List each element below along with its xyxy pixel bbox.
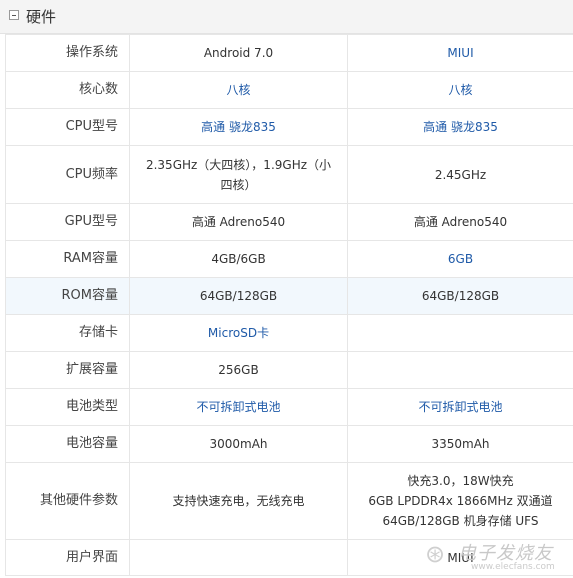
- value-cell-phone-2: 高通 Adreno540: [347, 203, 573, 241]
- table-row-battery-type: 电池类型 不可拆卸式电池 不可拆卸式电池: [5, 388, 573, 426]
- value-cell-phone-1: 2.35GHz（大四核），1.9GHz（小四核）: [129, 145, 348, 204]
- section-header: 硬件: [0, 0, 573, 34]
- value-cell-phone-1: 4GB/6GB: [129, 240, 348, 278]
- watermark: ⊛ 电子发烧友 www.elecfans.com: [425, 536, 573, 578]
- row-label: RAM容量: [5, 240, 130, 278]
- row-label: 电池类型: [5, 388, 130, 426]
- minus-box-icon[interactable]: [9, 10, 19, 20]
- table-row-battery-capacity: 电池容量 3000mAh 3350mAh: [5, 425, 573, 463]
- value-cell-phone-1: Android 7.0: [129, 34, 348, 72]
- row-label: GPU型号: [5, 203, 130, 241]
- table-row-other-hardware: 其他硬件参数 支持快速充电，无线充电 快充3.0，18W快充 6GB LPDDR…: [5, 462, 573, 540]
- table-row-gpu-model: GPU型号 高通 Adreno540 高通 Adreno540: [5, 203, 573, 241]
- table-row-cpu-freq: CPU频率 2.35GHz（大四核），1.9GHz（小四核） 2.45GHz: [5, 145, 573, 204]
- value-cell-phone-2[interactable]: MIUI: [347, 34, 573, 72]
- watermark-url: www.elecfans.com: [471, 562, 555, 572]
- value-cell-phone-2[interactable]: 6GB: [347, 240, 573, 278]
- table-row-ram: RAM容量 4GB/6GB 6GB: [5, 240, 573, 278]
- value-cell-phone-2: 3350mAh: [347, 425, 573, 463]
- row-label: ROM容量: [5, 277, 130, 315]
- value-cell-phone-1: 64GB/128GB: [129, 277, 348, 315]
- value-cell-phone-1[interactable]: MicroSD卡: [129, 314, 348, 352]
- table-row-memory-card: 存储卡 MicroSD卡: [5, 314, 573, 352]
- value-cell-phone-2: [347, 314, 573, 352]
- other-hardware-line: 64GB/128GB 机身存储 UFS: [382, 514, 539, 528]
- value-cell-phone-1[interactable]: 八核: [129, 71, 348, 109]
- value-cell-phone-2[interactable]: 高通 骁龙835: [347, 108, 573, 146]
- other-hardware-line: 6GB LPDDR4x 1866MHz 双通道: [368, 494, 553, 508]
- table-row-cores: 核心数 八核 八核: [5, 71, 573, 109]
- value-cell-phone-2: [347, 351, 573, 389]
- value-cell-phone-1: [129, 539, 348, 576]
- value-cell-phone-1[interactable]: 不可拆卸式电池: [129, 388, 348, 426]
- row-label: 用户界面: [5, 539, 130, 576]
- elecfans-logo-icon: ⊛: [425, 540, 446, 568]
- row-label: 扩展容量: [5, 351, 130, 389]
- value-cell-phone-1: 3000mAh: [129, 425, 348, 463]
- other-hardware-line: 快充3.0，18W快充: [407, 474, 514, 488]
- row-label: 存储卡: [5, 314, 130, 352]
- row-label: CPU频率: [5, 145, 130, 204]
- table-row-rom: ROM容量 64GB/128GB 64GB/128GB: [5, 277, 573, 315]
- row-label: 操作系统: [5, 34, 130, 72]
- value-cell-phone-1[interactable]: 高通 骁龙835: [129, 108, 348, 146]
- table-row-expansion: 扩展容量 256GB: [5, 351, 573, 389]
- row-label: 核心数: [5, 71, 130, 109]
- value-cell-phone-1: 支持快速充电，无线充电: [129, 462, 348, 540]
- value-cell-phone-2: 快充3.0，18W快充 6GB LPDDR4x 1866MHz 双通道 64GB…: [347, 462, 573, 540]
- row-label: CPU型号: [5, 108, 130, 146]
- value-cell-phone-2[interactable]: 不可拆卸式电池: [347, 388, 573, 426]
- row-label: 电池容量: [5, 425, 130, 463]
- row-label: 其他硬件参数: [5, 462, 130, 540]
- value-cell-phone-2: 2.45GHz: [347, 145, 573, 204]
- value-cell-phone-2[interactable]: 八核: [347, 71, 573, 109]
- value-cell-phone-1: 高通 Adreno540: [129, 203, 348, 241]
- section-title: 硬件: [26, 8, 57, 26]
- value-cell-phone-2: 64GB/128GB: [347, 277, 573, 315]
- table-row-cpu-model: CPU型号 高通 骁龙835 高通 骁龙835: [5, 108, 573, 146]
- value-cell-phone-1: 256GB: [129, 351, 348, 389]
- table-row-os: 操作系统 Android 7.0 MIUI: [5, 34, 573, 72]
- spec-table: 操作系统 Android 7.0 MIUI 核心数 八核 八核 CPU型号 高通…: [5, 34, 573, 576]
